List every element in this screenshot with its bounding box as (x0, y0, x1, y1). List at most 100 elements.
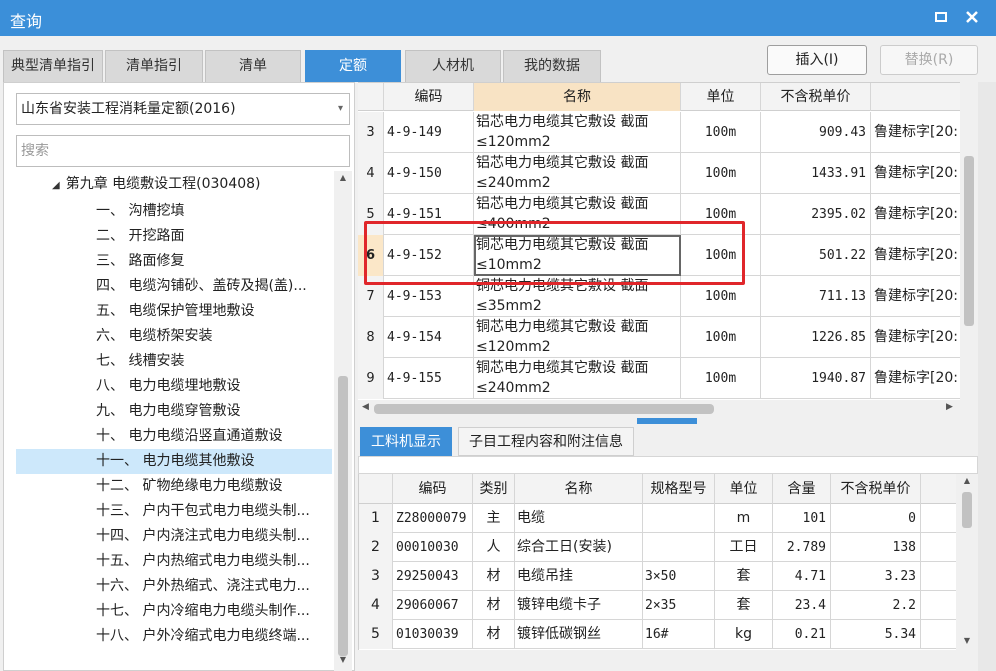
tree-item[interactable]: 十八、 户外冷缩式电力电缆终端... (16, 624, 332, 649)
header-unit[interactable]: 单位 (681, 83, 761, 111)
tree-item[interactable]: 七、 线槽安装 (16, 349, 332, 374)
quota-code: 4-9-149 (384, 112, 474, 153)
maximize-button[interactable] (931, 7, 951, 27)
mat-spec: 2×35 (643, 591, 715, 620)
quota-name-line1: 铝芯电力电缆其它敷设 截面 (476, 155, 649, 171)
replace-button[interactable]: 替换(R) (880, 45, 978, 75)
header-mat-name[interactable]: 名称 (515, 474, 643, 504)
tree-root-label: 第九章 电缆敷设工程(030408) (65, 176, 261, 192)
scroll-down-icon[interactable]: ▼ (334, 655, 352, 664)
header-mat-spec[interactable]: 规格型号 (643, 474, 715, 504)
quota-name-line2: ≤120mm2 (476, 134, 551, 150)
table-row[interactable]: 7 4-9-153 铜芯电力电缆其它敷设 截面 ≤35mm2 100m 711.1… (358, 276, 960, 317)
mat-unit: kg (715, 620, 773, 649)
search-input[interactable] (16, 135, 350, 167)
quota-name[interactable]: 铜芯电力电缆其它敷设 截面 ≤10mm2 (474, 235, 681, 276)
header-mat-code[interactable]: 编码 (393, 474, 473, 504)
quota-table-hscrollbar-thumb[interactable] (374, 404, 714, 414)
scroll-up-icon[interactable]: ▲ (334, 173, 352, 182)
header-code[interactable]: 编码 (384, 83, 474, 111)
tree-item[interactable]: 九、 电力电缆穿管敷设 (16, 399, 332, 424)
quota-price: 1433.91 (761, 153, 871, 194)
header-name[interactable]: 名称 (474, 83, 681, 111)
table-row[interactable]: 5 01030039 材 镀锌低碳钢丝 16# kg 0.21 5.34 (359, 620, 956, 649)
tree-item[interactable]: 四、 电缆沟铺砂、盖砖及揭(盖)... (16, 274, 332, 299)
tree-item[interactable]: 十六、 户外热缩式、浇注式电力... (16, 574, 332, 599)
tree-item[interactable]: 五、 电缆保护管埋地敷设 (16, 299, 332, 324)
table-row[interactable]: 2 00010030 人 综合工日(安装) 工日 2.789 138 (359, 533, 956, 562)
header-mat-price[interactable]: 不含税单价 (831, 474, 921, 504)
close-button[interactable] (962, 7, 982, 27)
tree-item[interactable]: 十四、 户内浇注式电力电缆头制... (16, 524, 332, 549)
row-number: 2 (359, 533, 393, 562)
mat-name: 综合工日(安装) (515, 533, 643, 562)
table-row[interactable]: 3 4-9-149 铝芯电力电缆其它敷设 截面 ≤120mm2 100m 909.… (358, 112, 960, 153)
tree-root-node[interactable]: ◢ 第九章 电缆敷设工程(030408) (52, 173, 261, 193)
tree-item-label: 五、 电缆保护管埋地敷设 (96, 303, 255, 319)
tree-scrollbar-thumb[interactable] (338, 376, 348, 656)
table-row[interactable]: 8 4-9-154 铜芯电力电缆其它敷设 截面 ≤120mm2 100m 1226… (358, 317, 960, 358)
tree-item[interactable]: 三、 路面修复 (16, 249, 332, 274)
scroll-left-icon[interactable]: ◀ (362, 402, 369, 412)
tree-item[interactable]: 二、 开挖路面 (16, 224, 332, 249)
header-mat-type[interactable]: 类别 (473, 474, 515, 504)
quota-table-scrollbar-thumb[interactable] (964, 156, 974, 326)
table-row[interactable]: 4 29060067 材 镀锌电缆卡子 2×35 套 23.4 2.2 (359, 591, 956, 620)
tree-item[interactable]: 十、 电力电缆沿竖直通道敷设 (16, 424, 332, 449)
quota-unit: 100m (681, 194, 761, 235)
collapse-triangle-icon[interactable]: ◢ (52, 180, 60, 191)
tree-item[interactable]: 十二、 矿物绝缘电力电缆敷设 (16, 474, 332, 499)
tree-item-selected[interactable]: 十一、 电力电缆其他敷设 (16, 449, 332, 474)
table-row[interactable]: 1 Z28000079 主 电缆 m 101 0 (359, 504, 956, 533)
mat-code: 29250043 (393, 562, 473, 591)
tree-item[interactable]: 十七、 户内冷缩电力电缆头制作... (16, 599, 332, 624)
quota-unit: 100m (681, 112, 761, 153)
table-row[interactable]: 3 29250043 材 电缆吊挂 3×50 套 4.71 3.23 (359, 562, 956, 591)
header-row-number (358, 83, 384, 111)
quota-price: 711.13 (761, 276, 871, 317)
scroll-up-icon[interactable]: ▲ (958, 476, 976, 485)
scroll-down-icon[interactable]: ▼ (958, 636, 976, 645)
tree-item[interactable]: 十五、 户内热缩式电力电缆头制... (16, 549, 332, 574)
quota-unit: 100m (681, 317, 761, 358)
header-mat-unit[interactable]: 单位 (715, 474, 773, 504)
quota-name: 铜芯电力电缆其它敷设 截面 ≤120mm2 (474, 317, 681, 358)
tab-my-data[interactable]: 我的数据 (503, 50, 601, 82)
mat-price: 0 (831, 504, 921, 533)
tree-item-label: 十八、 户外冷缩式电力电缆终端... (96, 628, 310, 644)
tab-material-display[interactable]: 工料机显示 (360, 427, 452, 456)
material-table-scrollbar[interactable]: ▲ ▼ (958, 474, 976, 650)
quota-library-select[interactable]: 山东省安装工程消耗量定额(2016) ▾ (16, 93, 350, 125)
tab-quota[interactable]: 定额 (305, 50, 401, 82)
header-mat-qty[interactable]: 含量 (773, 474, 831, 504)
tree-item[interactable]: 一、 沟槽挖填 (16, 199, 332, 224)
header-source[interactable]: 来 (871, 83, 960, 111)
table-row-current[interactable]: 6 4-9-152 铜芯电力电缆其它敷设 截面 ≤10mm2 100m 501.2… (358, 235, 960, 276)
quota-table-hscrollbar[interactable]: ◀ ▶ (358, 400, 960, 418)
tree-item[interactable]: 六、 电缆桥架安装 (16, 324, 332, 349)
insert-button[interactable]: 插入(I) (767, 45, 867, 75)
scroll-right-icon[interactable]: ▶ (946, 402, 953, 412)
row-number: 6 (358, 235, 384, 276)
table-row[interactable]: 5 4-9-151 铝芯电力电缆其它敷设 截面 ≤400mm2 100m 2395… (358, 194, 960, 235)
tab-work-content-notes[interactable]: 子目工程内容和附注信息 (458, 427, 634, 456)
tree-item-label: 十七、 户内冷缩电力电缆头制作... (96, 603, 310, 619)
tab-typical-bill-guide[interactable]: 典型清单指引 (3, 50, 103, 82)
quota-name-line1: 铜芯电力电缆其它敷设 截面 (476, 319, 649, 335)
mat-price: 3.23 (831, 562, 921, 591)
tree-item[interactable]: 八、 电力电缆埋地敷设 (16, 374, 332, 399)
row-number: 5 (359, 620, 393, 649)
header-price[interactable]: 不含税单价 (761, 83, 871, 111)
tab-bill[interactable]: 清单 (205, 50, 301, 82)
tree-scrollbar[interactable]: ▲ ▼ (334, 171, 352, 671)
material-table-header: 编码 类别 名称 规格型号 单位 含量 不含税单价 (359, 474, 956, 504)
table-row[interactable]: 4 4-9-150 铝芯电力电缆其它敷设 截面 ≤240mm2 100m 1433… (358, 153, 960, 194)
tab-bill-guide[interactable]: 清单指引 (105, 50, 203, 82)
quota-table-scrollbar[interactable] (960, 112, 978, 400)
tree-item[interactable]: 十三、 户内干包式电力电缆头制... (16, 499, 332, 524)
row-number: 7 (358, 276, 384, 317)
table-row[interactable]: 9 4-9-155 铜芯电力电缆其它敷设 截面 ≤240mm2 100m 1940… (358, 358, 960, 399)
material-table-scrollbar-thumb[interactable] (962, 492, 972, 528)
tab-labor-material-machine[interactable]: 人材机 (405, 50, 501, 82)
quota-source: 鲁建标字[20: (871, 317, 960, 358)
